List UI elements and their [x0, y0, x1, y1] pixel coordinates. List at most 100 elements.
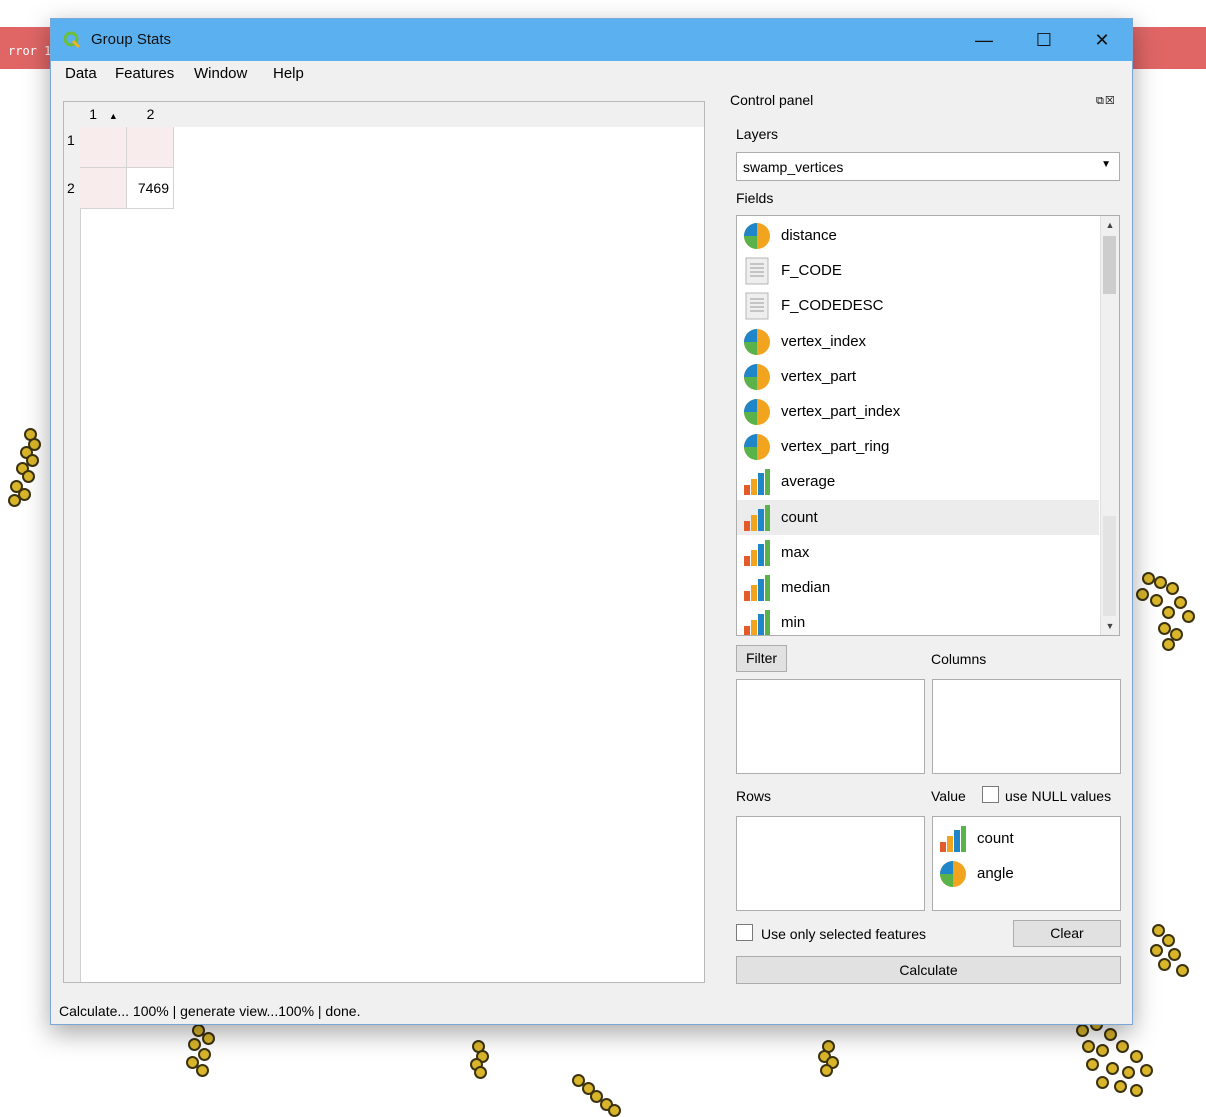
- fields-label: Fields: [736, 190, 774, 206]
- calculate-button[interactable]: Calculate: [736, 956, 1121, 984]
- menu-bar: Data Features Window Help: [51, 61, 1132, 87]
- bar-chart-icon: [743, 609, 771, 635]
- map-feature-cluster: [8, 428, 48, 508]
- table-corner[interactable]: [64, 102, 80, 127]
- bar-chart-icon: [743, 468, 771, 496]
- pie-icon: [743, 222, 771, 250]
- minimize-icon: —: [975, 29, 993, 50]
- field-item[interactable]: vertex_index: [737, 324, 1099, 359]
- map-feature-cluster: [570, 1074, 630, 1117]
- title-bar[interactable]: Group Stats — ☐ ✕: [51, 19, 1132, 61]
- map-feature-cluster: [178, 1024, 228, 1084]
- field-item-label: vertex_part: [781, 367, 857, 385]
- filter-dropzone[interactable]: [736, 679, 925, 774]
- field-item-label: vertex_part_ring: [781, 438, 890, 456]
- field-item[interactable]: vertex_part: [737, 359, 1099, 394]
- layers-label: Layers: [736, 126, 779, 142]
- field-item-label: max: [781, 543, 810, 561]
- value-item[interactable]: angle: [933, 856, 1119, 891]
- bar-chart-icon: [939, 825, 967, 853]
- map-feature-cluster: [1066, 1014, 1166, 1104]
- value-item-label: angle: [977, 865, 1014, 882]
- field-item[interactable]: max: [737, 535, 1099, 570]
- field-item-label: min: [781, 614, 806, 632]
- field-item-label: F_CODEDESC: [781, 297, 884, 315]
- filter-button[interactable]: Filter: [736, 645, 787, 672]
- row-header-strip: [64, 127, 81, 982]
- scroll-down-icon[interactable]: ▼: [1101, 617, 1119, 635]
- group-stats-window: Group Stats — ☐ ✕ Data Features Window H…: [50, 18, 1133, 1025]
- use-selected-checkbox[interactable]: [736, 924, 753, 941]
- field-item-label: vertex_index: [781, 332, 867, 350]
- menu-window[interactable]: Window: [194, 65, 247, 82]
- use-selected-label: Use only selected features: [761, 926, 926, 942]
- sort-ascending-icon: ▲: [108, 111, 118, 121]
- pie-icon: [743, 398, 771, 426]
- header-strip: [174, 102, 704, 127]
- clear-button[interactable]: Clear: [1013, 920, 1121, 947]
- field-item[interactable]: F_CODEDESC: [737, 288, 1099, 323]
- close-button[interactable]: ✕: [1072, 19, 1132, 61]
- layer-select-value: swamp_vertices: [743, 159, 844, 175]
- dock-float-close-icon[interactable]: ⧉☒: [1096, 94, 1116, 108]
- bar-chart-icon: [743, 504, 771, 532]
- maximize-button[interactable]: ☐: [1014, 19, 1074, 61]
- row-header-1[interactable]: 1: [64, 132, 80, 148]
- fields-scrollbar[interactable]: ▲ ▼: [1100, 216, 1119, 635]
- chevron-down-icon: ▼: [1101, 159, 1111, 170]
- pie-icon: [939, 860, 967, 888]
- menu-help[interactable]: Help: [273, 65, 304, 82]
- columns-label: Columns: [931, 651, 987, 667]
- map-feature-cluster: [466, 1040, 496, 1080]
- use-null-label: use NULL values: [1005, 788, 1112, 804]
- field-item-label: count: [781, 508, 818, 526]
- field-item[interactable]: average: [737, 464, 1099, 499]
- pie-icon: [743, 433, 771, 461]
- close-icon: ✕: [1094, 29, 1110, 50]
- menu-features[interactable]: Features: [115, 65, 174, 82]
- field-item-label: F_CODE: [781, 262, 842, 280]
- field-item[interactable]: distance: [737, 218, 1099, 253]
- fields-list[interactable]: min median max count average vertex_part_ring…: [736, 215, 1120, 636]
- value-item[interactable]: count: [933, 821, 1119, 856]
- text-icon: [743, 292, 771, 320]
- field-item[interactable]: F_CODE: [737, 253, 1099, 288]
- minimize-button[interactable]: —: [954, 19, 1014, 61]
- layer-select[interactable]: swamp_vertices ▼: [736, 152, 1120, 181]
- window-title: Group Stats: [91, 31, 172, 48]
- columns-dropzone[interactable]: [932, 679, 1121, 774]
- field-item-label: average: [781, 473, 836, 491]
- row-header-2[interactable]: 2: [64, 180, 80, 196]
- map-feature-cluster: [1136, 924, 1206, 984]
- scroll-up-icon[interactable]: ▲: [1101, 216, 1119, 234]
- rows-dropzone[interactable]: [736, 816, 925, 911]
- use-null-checkbox[interactable]: [982, 786, 999, 803]
- field-item[interactable]: vertex_part_index: [737, 394, 1099, 429]
- field-item[interactable]: vertex_part_ring: [737, 429, 1099, 464]
- field-item[interactable]: median: [737, 570, 1099, 605]
- table-cell[interactable]: [127, 127, 174, 168]
- table-cell[interactable]: [80, 168, 127, 209]
- results-table[interactable]: 1 ▲ 2 1 2 7469: [63, 101, 705, 983]
- column-header-2[interactable]: 2: [127, 102, 174, 127]
- table-cell[interactable]: 7469: [127, 168, 174, 209]
- control-panel-title: Control panel: [730, 92, 814, 108]
- column-header-1[interactable]: 1 ▲: [80, 102, 127, 127]
- column-header-label: 2: [146, 106, 155, 122]
- scroll-track: [1103, 516, 1116, 616]
- field-item-label: distance: [781, 227, 837, 244]
- menu-data[interactable]: Data: [65, 65, 97, 82]
- value-item-label: count: [977, 830, 1014, 847]
- scroll-thumb[interactable]: [1103, 236, 1116, 294]
- value-dropzone[interactable]: count angle: [932, 816, 1121, 911]
- bar-chart-icon: [743, 574, 771, 602]
- pie-icon: [743, 363, 771, 391]
- value-label: Value: [931, 788, 966, 804]
- text-icon: [743, 257, 771, 285]
- field-item-label: vertex_part_index: [781, 403, 901, 420]
- rows-label: Rows: [736, 788, 772, 804]
- field-item-label: median: [781, 579, 831, 596]
- field-item[interactable]: count: [737, 499, 1099, 535]
- table-cell[interactable]: [80, 127, 127, 168]
- field-item[interactable]: min: [737, 605, 1099, 635]
